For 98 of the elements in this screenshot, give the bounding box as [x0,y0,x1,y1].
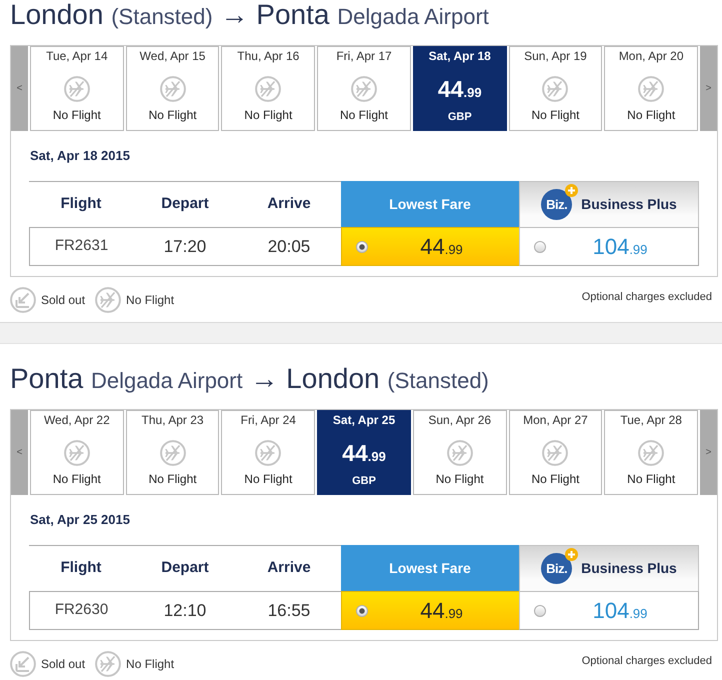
biz-logo: Biz. [541,189,572,220]
date-tile[interactable]: Fri, Apr 17 No Flight [317,46,411,131]
radio-button[interactable] [534,240,546,252]
no-flight-icon [255,76,282,102]
date-label: Mon, Apr 20 [618,49,684,64]
no-flight-icon [160,76,186,102]
legend-label: Sold out [41,656,86,672]
price-text: 44.99 [419,233,464,261]
table-cell: FR2631 [29,227,133,266]
no-flight-icon [542,76,568,102]
date-tile[interactable]: Mon, Apr 27 No Flight [508,410,602,495]
selected-date: Sat, Apr 25 2015 [30,512,131,528]
column-label: Business Plus [581,559,677,578]
table-cell: 17:20 [133,227,237,266]
date-tile[interactable]: Sat, Apr 25 44.99 GBP [317,410,411,495]
note-text: Optional charges excluded [582,290,712,306]
no-flight-icon [542,440,568,466]
status-label: No Flight [627,472,676,487]
date-tile[interactable]: Sun, Apr 26 No Flight [412,410,507,495]
currency-label: GBP [448,111,472,124]
no-flight-icon [255,440,282,466]
fare-cell[interactable]: 44.99 [341,591,519,630]
legend-label: Sold out [41,292,86,308]
date-tile[interactable]: Thu, Apr 16 No Flight [221,46,316,131]
date-tile[interactable]: Tue, Apr 28 No Flight [604,410,698,495]
column-label: Business Plus [581,195,677,214]
date-label: Mon, Apr 27 [523,413,588,428]
sold-out-icon [10,286,36,312]
date-label: Sat, Apr 25 [332,413,396,428]
status-label: No Flight [148,472,197,487]
no-flight-icon [160,440,186,466]
column-header: Lowest Fare [341,545,519,591]
date-label: Sat, Apr 18 [428,49,491,64]
route-title: Ponta Delgada Airport → London (Stansted) [10,364,490,396]
plus-icon [565,548,578,561]
date-label: Tue, Apr 14 [46,49,108,64]
column-header: Depart [133,181,237,227]
status-label: No Flight [52,472,101,487]
status-label: No Flight [531,108,580,123]
date-label: Tue, Apr 28 [620,413,682,428]
no-flight-icon [638,76,664,102]
sold-out-icon [10,650,36,676]
note-text: Optional charges excluded [582,654,712,670]
price-text: 44.99 [438,76,482,104]
date-tile[interactable]: Wed, Apr 22 No Flight [30,410,124,495]
column-header: Depart [133,545,237,591]
status-label: No Flight [244,472,292,487]
status-label: No Flight [436,472,484,487]
no-flight-icon [446,440,473,466]
date-tile[interactable]: Tue, Apr 14 No Flight [30,46,124,131]
selected-date: Sat, Apr 18 2015 [30,148,131,164]
date-tile[interactable]: Sat, Apr 18 44.99 GBP [412,46,507,131]
fare-cell[interactable]: 44.99 [341,227,519,266]
no-flight-icon [95,650,122,676]
date-label: Thu, Apr 16 [237,49,300,64]
date-tile[interactable]: Thu, Apr 23 No Flight [126,410,220,495]
radio-button[interactable] [356,240,368,252]
legend-label: No Flight [126,656,174,672]
date-tile[interactable]: Fri, Apr 24 No Flight [221,410,316,495]
status-label: No Flight [148,108,197,123]
price-text: 44.99 [342,440,386,468]
status-label: No Flight [52,108,101,123]
status-label: No Flight [531,472,580,487]
radio-button[interactable] [356,604,368,616]
date-label: Wed, Apr 15 [140,49,206,64]
table-cell: 12:10 [133,591,237,630]
date-label: Sun, Apr 19 [524,49,587,64]
table-cell: FR2630 [29,591,133,630]
route-title: London (Stansted) → Ponta Delgada Airport [10,0,490,32]
fare-cell[interactable]: 104.99 [519,227,699,266]
no-flight-icon [95,286,122,312]
radio-button[interactable] [534,604,546,616]
no-flight-icon [638,440,664,466]
date-tile[interactable]: Mon, Apr 20 No Flight [604,46,698,131]
date-tile[interactable]: Wed, Apr 15 No Flight [126,46,220,131]
date-label: Fri, Apr 17 [336,49,392,64]
column-header: Lowest Fare [341,181,519,227]
status-label: No Flight [244,108,292,123]
currency-label: GBP [352,475,376,488]
price-text: 104.99 [592,233,648,261]
price-text: 104.99 [592,597,648,625]
fare-cell[interactable]: 104.99 [519,591,699,630]
date-label: Thu, Apr 23 [142,413,204,428]
date-label: Fri, Apr 24 [240,413,296,428]
biz-logo: Biz. [541,553,572,584]
plus-icon [565,184,578,197]
no-flight-icon [351,76,378,102]
no-flight-icon [64,76,90,102]
status-label: No Flight [340,108,388,123]
column-header: Flight [29,181,133,227]
column-header: Flight [29,545,133,591]
status-label: No Flight [627,108,676,123]
date-label: Sun, Apr 26 [428,413,492,428]
date-label: Wed, Apr 22 [44,413,110,428]
legend-label: No Flight [126,292,174,308]
price-text: 44.99 [419,597,464,625]
no-flight-icon [64,440,90,466]
date-tile[interactable]: Sun, Apr 19 No Flight [508,46,602,131]
